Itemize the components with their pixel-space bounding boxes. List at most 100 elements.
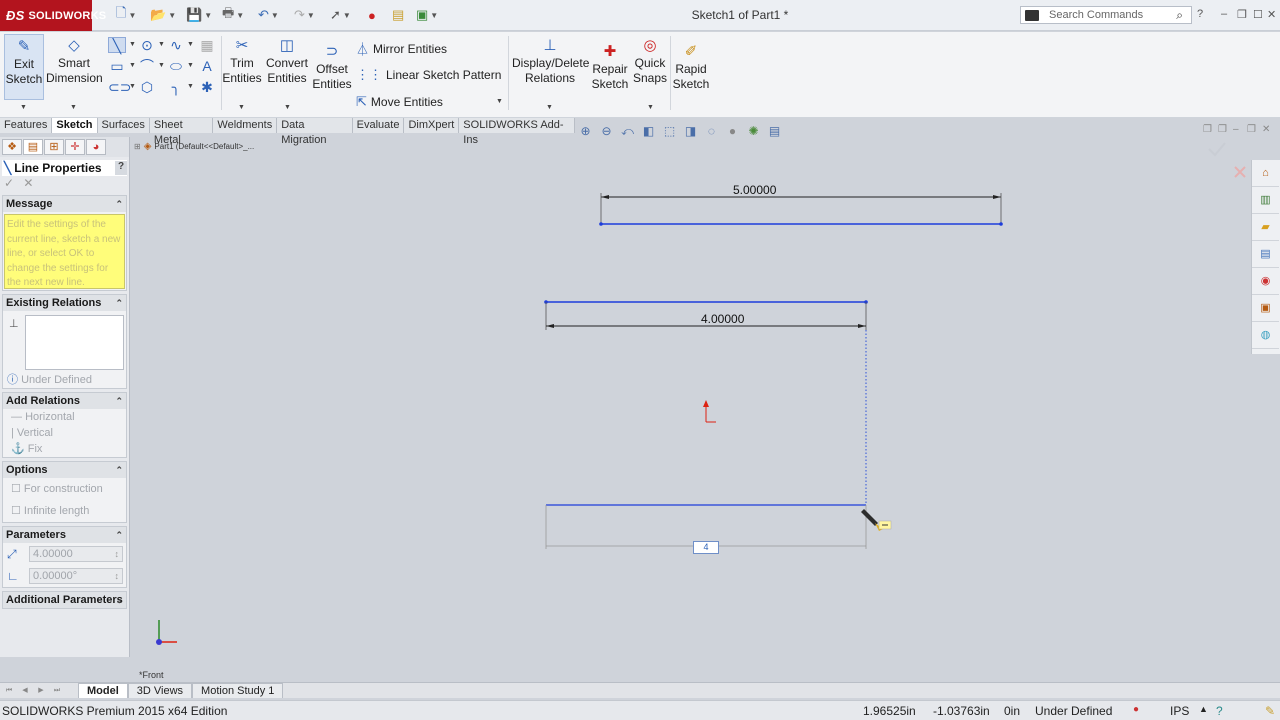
zoom-to-fit-icon[interactable]: ⊕ [578,124,593,138]
dimension-label-top[interactable]: 5.00000 [733,183,776,197]
rebuild-button[interactable]: ● [368,7,376,23]
options-button[interactable]: ▣ ▼ [416,7,438,23]
chevron-down-icon[interactable]: ▼ [158,62,165,69]
repair-sketch-button[interactable]: ✚ Repair Sketch [590,40,630,92]
rebuild-status-icon[interactable]: ● [1133,704,1139,715]
help-button[interactable]: ? [115,161,127,175]
collapse-icon[interactable]: ⌃ [115,393,123,409]
solidworks-resources-icon[interactable]: ⌂ [1252,160,1279,187]
configuration-manager-icon[interactable]: ⊞ [44,139,64,155]
display-style-icon[interactable]: ◨ [683,124,698,138]
tab-surfaces[interactable]: Surfaces [97,118,150,133]
chevron-down-icon[interactable]: ▼ [647,104,654,111]
arc-icon[interactable]: ⌒ [138,58,156,74]
for-construction-checkbox[interactable]: ☐ For construction [3,478,126,500]
text-icon[interactable]: A [198,58,216,74]
chevron-down-icon[interactable]: ▼ [496,98,503,105]
expand-icon[interactable]: ⌄ [115,592,123,608]
additional-parameters-header[interactable]: Additional Parameters ⌄ [3,592,126,608]
maximize-icon[interactable]: ☐ [1253,8,1263,21]
redo-button[interactable]: ↷ ▼ [294,7,315,23]
tab-model[interactable]: Model [78,683,128,698]
print-button[interactable]: 🖶 ▼ [222,5,244,23]
previous-view-icon[interactable]: ⤺ [620,124,635,138]
options-header[interactable]: Options ⌃ [3,462,126,478]
search-commands-input[interactable]: Search Commands ⌕ [1020,6,1192,24]
chevron-down-icon[interactable]: ▼ [187,62,194,69]
view-orientation-icon[interactable]: ⬚ [662,124,677,138]
chevron-down-icon[interactable]: ▼ [158,41,165,48]
collapse-icon[interactable]: ⌃ [115,196,123,212]
undo-button[interactable]: ↶ ▼ [258,7,279,23]
chevron-down-icon[interactable]: ▼ [129,62,136,69]
graphics-area[interactable]: 5.00000 4.00000 4 *Front [131,137,1250,682]
tab-motion-study-1[interactable]: Motion Study 1 [192,683,284,698]
view-settings-icon[interactable]: ▤ [767,124,782,138]
circle-icon[interactable]: ⊙ [138,37,156,53]
convert-entities-button[interactable]: ◫ Convert Entities [264,34,310,86]
rectangle-icon[interactable]: ▭ [108,58,126,74]
chevron-down-icon[interactable]: ▼ [238,104,245,111]
parameters-header[interactable]: Parameters ⌃ [3,527,126,543]
add-relations-header[interactable]: Add Relations ⌃ [3,393,126,409]
apply-scene-icon[interactable]: ✺ [746,124,761,138]
display-delete-relations-button[interactable]: ⊥ Display/Delete Relations [512,34,589,86]
hide-show-items-icon[interactable]: ◌ [704,124,719,138]
solidworks-forum-icon[interactable]: ◍ [1252,322,1279,349]
new-document-button[interactable]: 🗋 ▼ [116,5,136,23]
exit-sketch-button[interactable]: ✎ Exit Sketch [4,34,44,100]
solidworks-logo[interactable]: ƉS SOLIDWORKS [0,0,106,31]
dimxpert-manager-icon[interactable]: ✛ [65,139,85,155]
zoom-to-area-icon[interactable]: ⊖ [599,124,614,138]
open-button[interactable]: 📂 ▼ [150,7,176,23]
collapse-icon[interactable]: ⌃ [115,295,123,311]
close-icon[interactable]: ✕ [1267,8,1276,21]
tab-data-migration[interactable]: Data Migration [277,118,353,146]
doc-min-icon[interactable]: – [1233,124,1239,135]
trim-entities-button[interactable]: ✂ Trim Entities [222,34,262,86]
chevron-down-icon[interactable]: ▼ [20,104,27,111]
move-entities-button[interactable]: ⇱ Move Entities [356,94,443,110]
chevron-up-icon[interactable]: ▲ [1199,704,1208,714]
linear-sketch-pattern-button[interactable]: ⋮⋮ Linear Sketch Pattern [356,67,501,83]
tab-solidworks-add-ins[interactable]: SOLIDWORKS Add-Ins [459,118,575,146]
quick-snaps-button[interactable]: ◎ Quick Snaps [632,34,668,86]
chevron-down-icon[interactable]: ▼ [546,104,553,111]
ok-icon[interactable]: ✓ [4,176,14,190]
existing-relations-list[interactable] [25,315,124,370]
custom-properties-icon[interactable]: ▣ [1252,295,1279,322]
display-manager-icon[interactable]: ◕ [86,139,106,155]
help-status-icon[interactable]: ? [1216,704,1223,718]
line-icon[interactable]: ╲ [108,37,126,54]
relation-vertical[interactable]: | Vertical [3,425,126,441]
file-explorer-icon[interactable]: ▰ [1252,214,1279,241]
expand-icon[interactable]: ⊞ [134,142,141,151]
tab-sketch[interactable]: Sketch [52,118,98,133]
sketch-canvas[interactable] [131,137,1250,682]
edit-appearance-icon[interactable]: ● [725,124,740,138]
last-tab-icon[interactable]: ⏭ [50,685,64,697]
doc-restore-icon[interactable]: ❐ [1247,124,1256,135]
next-tab-icon[interactable]: ▶ [34,685,48,697]
chevron-down-icon[interactable]: ▼ [284,104,291,111]
help-icon[interactable]: ? [1197,8,1203,20]
spline-icon[interactable]: ∿ [167,37,185,53]
section-view-icon[interactable]: ◧ [641,124,656,138]
infinite-length-checkbox[interactable]: ☐ Infinite length [3,500,126,522]
first-tab-icon[interactable]: ⏮ [2,685,16,697]
polygon-icon[interactable]: ⬡ [138,79,156,95]
chevron-down-icon[interactable]: ▼ [129,83,136,90]
tab-features[interactable]: Features [0,118,53,133]
tab-sheet-metal[interactable]: Sheet Metal [149,118,214,146]
search-icon[interactable]: ⌕ [1176,8,1183,23]
chevron-down-icon[interactable]: ▼ [187,41,194,48]
units-selector[interactable]: IPS [1170,704,1189,718]
chevron-down-icon[interactable]: ▼ [187,83,194,90]
minimize-icon[interactable]: – [1221,8,1227,20]
length-input-box[interactable]: 4 [693,541,719,554]
message-header[interactable]: Message ⌃ [3,196,126,212]
length-field[interactable]: 4.00000 [29,546,123,562]
edit-icon[interactable]: ✎ [1265,704,1275,718]
relation-fix[interactable]: ⚓ Fix [3,441,126,457]
rapid-sketch-button[interactable]: ✐ Rapid Sketch [672,40,710,92]
